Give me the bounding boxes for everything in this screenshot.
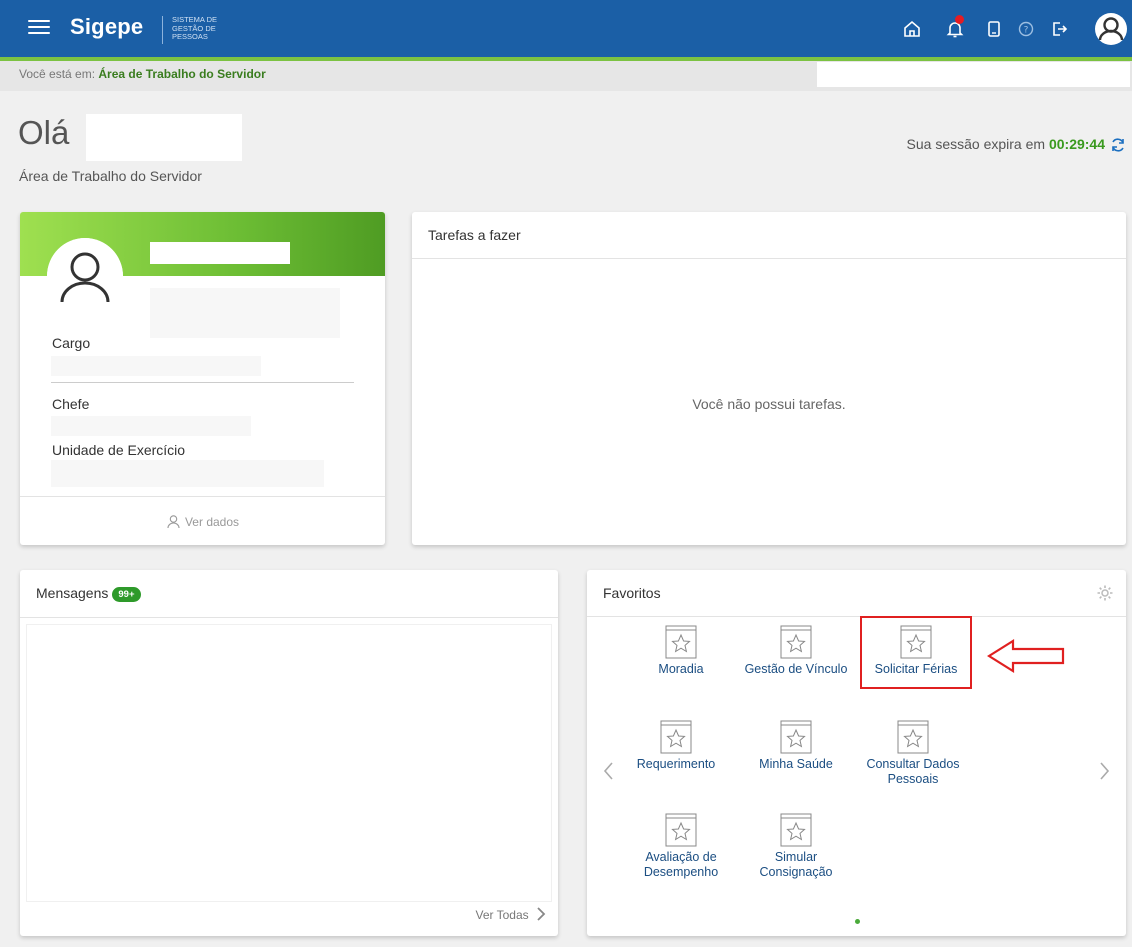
favorite-item[interactable]: Requerimento (621, 720, 731, 772)
tasks-title: Tarefas a fazer (412, 212, 1126, 259)
favorite-label: Simular Consignação (759, 850, 833, 879)
hamburger-menu-icon[interactable] (28, 20, 50, 36)
favorite-item[interactable]: Avaliação de Desempenho (626, 813, 736, 880)
chevron-right-icon (537, 907, 546, 921)
favorites-card: Favoritos Moradia Gestão de Vínculo Soli… (587, 570, 1126, 936)
notifications-button[interactable] (944, 15, 966, 40)
favorite-item[interactable]: Consultar Dados Pessoais (858, 720, 968, 787)
chefe-label: Chefe (52, 396, 90, 412)
user-name-redacted (86, 114, 242, 161)
messages-card: Mensagens 99+ Ver Todas (20, 570, 558, 936)
top-bar: Sigepe Sistema de Gestão de Pessoas ? (0, 0, 1132, 57)
page-subtitle: Área de Trabalho do Servidor (19, 168, 202, 184)
star-page-icon (665, 813, 697, 847)
favorite-label: Gestão de Vínculo (744, 662, 848, 676)
unidade-label: Unidade de Exercício (52, 442, 186, 458)
favorite-item[interactable]: Gestão de Vínculo (741, 625, 851, 677)
favorite-label: Avaliação de Desempenho (643, 850, 719, 879)
favorite-label: Minha Saúde (759, 757, 833, 771)
see-all-messages-link[interactable]: Ver Todas (476, 907, 547, 922)
messages-title: Mensagens (36, 585, 109, 601)
greeting: Olá (18, 114, 70, 151)
favorite-item[interactable]: Minha Saúde (741, 720, 851, 772)
svg-text:?: ? (1024, 26, 1029, 36)
carousel-page-indicator[interactable] (855, 919, 860, 924)
star-page-icon (780, 625, 812, 659)
session-timer: Sua sessão expira em 00:29:44 (907, 136, 1105, 152)
mobile-icon[interactable] (983, 18, 1005, 40)
messages-header: Mensagens 99+ (20, 570, 558, 618)
favorite-item[interactable]: Moradia (626, 625, 736, 677)
profile-avatar-icon (47, 238, 123, 314)
refresh-icon[interactable] (1109, 136, 1127, 154)
notification-dot (955, 15, 964, 24)
brand-divider (162, 16, 163, 44)
home-icon[interactable] (901, 18, 923, 40)
session-time: 00:29:44 (1048, 136, 1105, 152)
star-page-icon (780, 720, 812, 754)
brand-subtitle: Sistema de Gestão de Pessoas (172, 15, 218, 41)
help-icon[interactable]: ? (1015, 18, 1037, 40)
star-page-icon (665, 625, 697, 659)
cargo-value-redacted (51, 356, 261, 376)
profile-name-redacted (150, 242, 290, 264)
profile-divider (51, 382, 354, 383)
logout-icon[interactable] (1048, 18, 1070, 40)
star-page-icon (780, 813, 812, 847)
profile-card: Cargo Chefe Unidade de Exercício Ver dad… (20, 212, 385, 545)
favorites-title: Favoritos (587, 570, 1126, 617)
favorite-label: Requerimento (636, 757, 716, 771)
view-profile-button[interactable]: Ver dados (20, 496, 385, 545)
breadcrumb-prefix: Você está em: (19, 67, 96, 81)
user-icon (167, 515, 180, 529)
carousel-next-arrow[interactable] (1097, 760, 1111, 782)
chefe-value-redacted (51, 416, 251, 436)
favorite-item[interactable]: Simular Consignação (741, 813, 851, 880)
view-profile-label: Ver dados (184, 515, 240, 529)
tasks-empty-message: Você não possui tarefas. (692, 396, 846, 412)
unidade-value-redacted (51, 460, 324, 487)
cargo-label: Cargo (52, 335, 91, 351)
session-label: Sua sessão expira em (906, 136, 1046, 152)
see-all-label: Ver Todas (475, 908, 529, 922)
profile-info-redacted (150, 288, 340, 338)
search-box[interactable] (817, 62, 1130, 87)
breadcrumb-current[interactable]: Área de Trabalho do Servidor (98, 67, 265, 81)
favorite-label: Consultar Dados Pessoais (866, 757, 960, 786)
red-arrow-icon (987, 639, 1065, 673)
messages-count-badge: 99+ (112, 587, 141, 602)
gear-icon[interactable] (1096, 584, 1114, 602)
brand-logo[interactable]: Sigepe (70, 14, 143, 40)
carousel-prev-arrow[interactable] (602, 760, 616, 782)
user-avatar-icon[interactable] (1094, 12, 1128, 46)
star-page-icon (660, 720, 692, 754)
tasks-card: Tarefas a fazer Você não possui tarefas. (412, 212, 1126, 545)
favorite-label: Moradia (658, 662, 704, 676)
highlight-box (860, 616, 972, 689)
star-page-icon (897, 720, 929, 754)
messages-list[interactable] (26, 624, 552, 902)
